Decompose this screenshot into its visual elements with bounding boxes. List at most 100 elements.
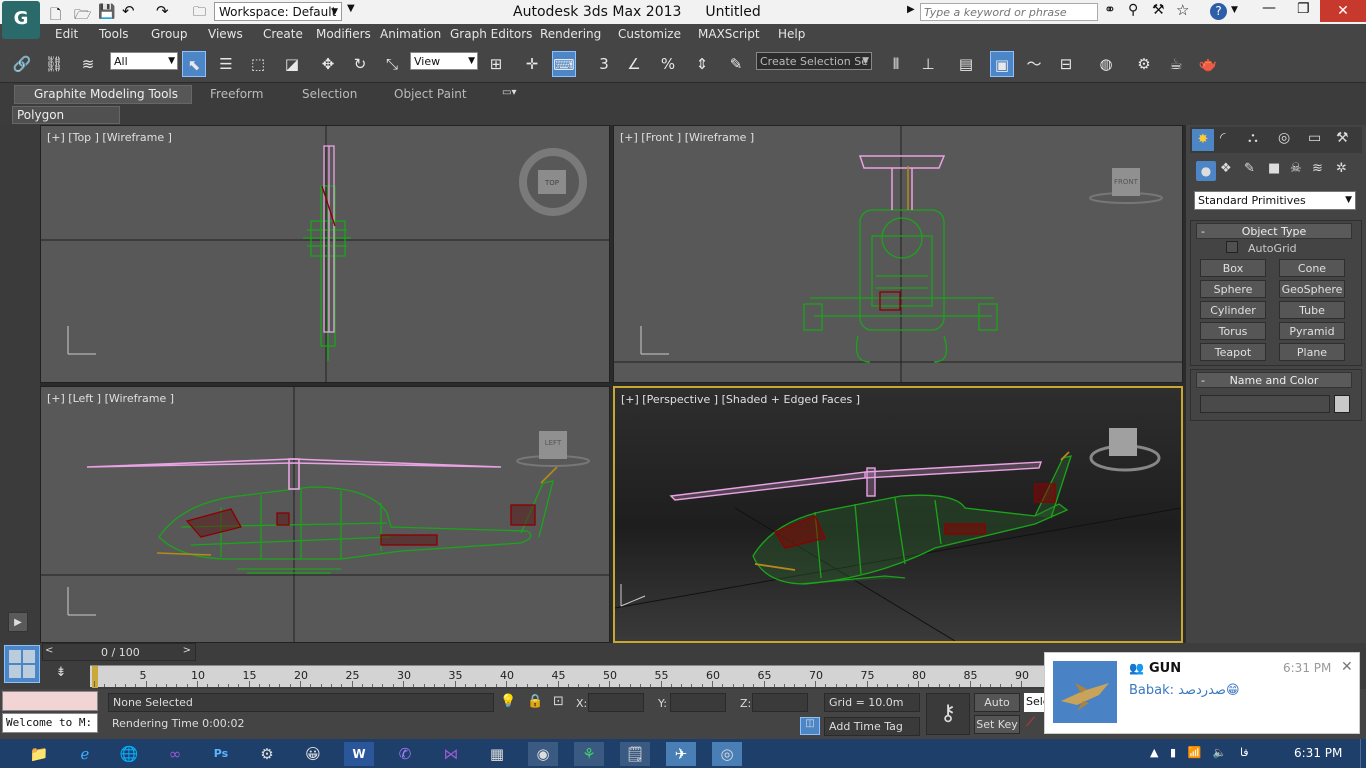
favorites-star-icon[interactable]: ☆: [1176, 1, 1189, 19]
3dsmax-taskbar-icon[interactable]: ◎: [712, 742, 742, 766]
scale-icon[interactable]: ⤡: [380, 51, 404, 77]
tab-freeform[interactable]: Freeform: [210, 87, 263, 101]
viewport-front[interactable]: [+] [Front ] [Wireframe ] FRONT: [613, 125, 1183, 383]
select-manipulate-icon[interactable]: ✛: [520, 51, 544, 77]
communication-center-icon[interactable]: ⚒: [1152, 2, 1165, 18]
menu-edit[interactable]: Edit: [55, 27, 78, 41]
menu-maxscript[interactable]: MAXScript: [698, 27, 760, 41]
select-by-name-icon[interactable]: ☰: [214, 51, 238, 77]
modify-tab-icon[interactable]: ◜: [1220, 130, 1225, 146]
geometry-icon[interactable]: ●: [1196, 161, 1216, 181]
app-logo-icon[interactable]: G: [2, 1, 40, 39]
telegram-notification[interactable]: 👥 GUN 6:31 PM ✕ Babak: صدردصد😁: [1044, 652, 1360, 734]
notepad-icon[interactable]: 🗒: [620, 742, 650, 766]
word-icon[interactable]: W: [344, 742, 374, 766]
help-icon[interactable]: ?: [1210, 3, 1227, 20]
auto-key-button[interactable]: Auto Key: [974, 693, 1020, 726]
volume-icon[interactable]: 🔈: [1213, 746, 1227, 759]
window-crossing-icon[interactable]: ◪: [280, 51, 304, 77]
menu-help[interactable]: Help: [778, 27, 805, 41]
restore-icon[interactable]: ❐: [1297, 1, 1310, 17]
name-color-header[interactable]: - Name and Color: [1196, 372, 1352, 388]
viewport-perspective[interactable]: [+] [Perspective ] [Shaded + Edged Faces…: [613, 386, 1183, 643]
current-frame-marker[interactable]: [92, 666, 98, 688]
object-type-header[interactable]: - Object Type: [1196, 223, 1352, 239]
viewport-top-label[interactable]: [+] [Top ] [Wireframe ]: [47, 131, 172, 144]
polygon-modeling-panel[interactable]: Polygon Modeling: [12, 106, 120, 138]
visual-studio-icon[interactable]: ∞: [160, 742, 190, 766]
help-menu-icon[interactable]: ▼: [1231, 5, 1238, 15]
viewport-top[interactable]: [+] [Top ] [Wireframe ] TOP: [40, 125, 610, 383]
named-selection-dropdown[interactable]: Create Selection Se ▼: [756, 52, 872, 70]
render-setup-icon[interactable]: ⚙: [1132, 51, 1156, 77]
time-slider-prev-icon[interactable]: <: [45, 645, 53, 656]
utility-icon[interactable]: ⚙: [252, 742, 282, 766]
cylinder-button[interactable]: Cylinder: [1200, 301, 1266, 319]
unlink-icon[interactable]: ⛓: [42, 51, 66, 77]
tab-object-paint[interactable]: Object Paint: [394, 87, 467, 101]
menu-animation[interactable]: Animation: [380, 27, 441, 41]
spinner-snap-icon[interactable]: ⇕: [690, 51, 714, 77]
tray-expand-icon[interactable]: ▲: [1150, 746, 1158, 759]
set-key-mode-icon[interactable]: ⚷: [926, 693, 970, 735]
redo-icon[interactable]: ↷: [156, 2, 169, 20]
object-name-field[interactable]: [1200, 395, 1330, 413]
key-icon[interactable]: ⚲: [1128, 2, 1138, 18]
key-filters-icon[interactable]: ⟋: [1026, 715, 1046, 734]
primitive-category-dropdown[interactable]: Standard Primitives ▼: [1194, 191, 1356, 210]
selection-set-dropdown[interactable]: Sele: [1024, 693, 1046, 712]
menu-tools[interactable]: Tools: [99, 27, 129, 41]
rotate-icon[interactable]: ↻: [348, 51, 372, 77]
mirror-icon[interactable]: ⫴: [884, 51, 908, 77]
close-icon[interactable]: ✕: [1341, 659, 1353, 675]
emoji-app-icon[interactable]: 😀: [298, 742, 328, 766]
pyramid-button[interactable]: Pyramid: [1279, 322, 1345, 340]
menu-modifiers[interactable]: Modifiers: [316, 27, 371, 41]
search-expand-icon[interactable]: ▶: [907, 4, 915, 15]
lock-selection-icon[interactable]: 🔒: [527, 694, 543, 709]
rendered-frame-window-icon[interactable]: ☕: [1164, 51, 1188, 77]
reference-coordinate-dropdown[interactable]: View ▼: [410, 52, 478, 70]
ribbon-options-icon[interactable]: ▭▾: [502, 87, 516, 98]
wifi-icon[interactable]: 📶: [1188, 746, 1202, 759]
z-coord-field[interactable]: [752, 693, 808, 712]
display-tab-icon[interactable]: ▭: [1308, 130, 1321, 146]
track-bar[interactable]: 051015202530354045505560657075808590: [90, 665, 1046, 688]
photoshop-icon[interactable]: Ps: [206, 742, 236, 766]
y-coord-field[interactable]: [670, 693, 726, 712]
snaps-toggle-icon[interactable]: 3: [592, 51, 616, 77]
motion-tab-icon[interactable]: ◎: [1278, 130, 1290, 146]
expand-ribbon-button[interactable]: ▶: [8, 612, 28, 632]
graphite-toggle-icon[interactable]: ▣: [990, 51, 1014, 77]
pivot-center-icon[interactable]: ⊞: [484, 51, 508, 77]
x-coord-field[interactable]: [588, 693, 644, 712]
angle-snap-icon[interactable]: ∠: [622, 51, 646, 77]
menu-group[interactable]: Group: [151, 27, 188, 41]
select-object-icon[interactable]: ⬉: [182, 51, 206, 77]
show-desktop-button[interactable]: [1360, 739, 1366, 768]
set-key-button[interactable]: Set Key: [974, 715, 1020, 734]
viewport-layout-icon[interactable]: [4, 645, 40, 683]
isolate-icon[interactable]: 💡: [500, 694, 516, 709]
project-folder-icon[interactable]: 🗀: [193, 3, 206, 25]
plane-button[interactable]: Plane: [1279, 343, 1345, 361]
layer-manager-icon[interactable]: ▤: [954, 51, 978, 77]
network-icon[interactable]: 🌐: [114, 742, 144, 766]
save-file-icon[interactable]: 💾: [98, 4, 115, 20]
bind-spacewarp-icon[interactable]: ≋: [76, 51, 100, 77]
menu-rendering[interactable]: Rendering: [540, 27, 601, 41]
sphere-button[interactable]: Sphere: [1200, 280, 1266, 298]
viewport-left[interactable]: [+] [Left ] [Wireframe ] LEFT: [40, 386, 610, 643]
move-icon[interactable]: ✥: [316, 51, 340, 77]
torus-button[interactable]: Torus: [1200, 322, 1266, 340]
taskbar-clock[interactable]: 6:31 PM: [1294, 746, 1342, 760]
maxscript-mini-listener-top[interactable]: [2, 691, 98, 711]
menu-create[interactable]: Create: [263, 27, 303, 41]
teapot-button[interactable]: Teapot: [1200, 343, 1266, 361]
vs-code-icon[interactable]: ⋈: [436, 742, 466, 766]
search-input[interactable]: [920, 3, 1098, 21]
tube-button[interactable]: Tube: [1279, 301, 1345, 319]
object-color-swatch[interactable]: [1334, 395, 1350, 413]
time-slider-next-icon[interactable]: >: [183, 645, 191, 656]
close-window-button[interactable]: ✕: [1320, 0, 1366, 22]
